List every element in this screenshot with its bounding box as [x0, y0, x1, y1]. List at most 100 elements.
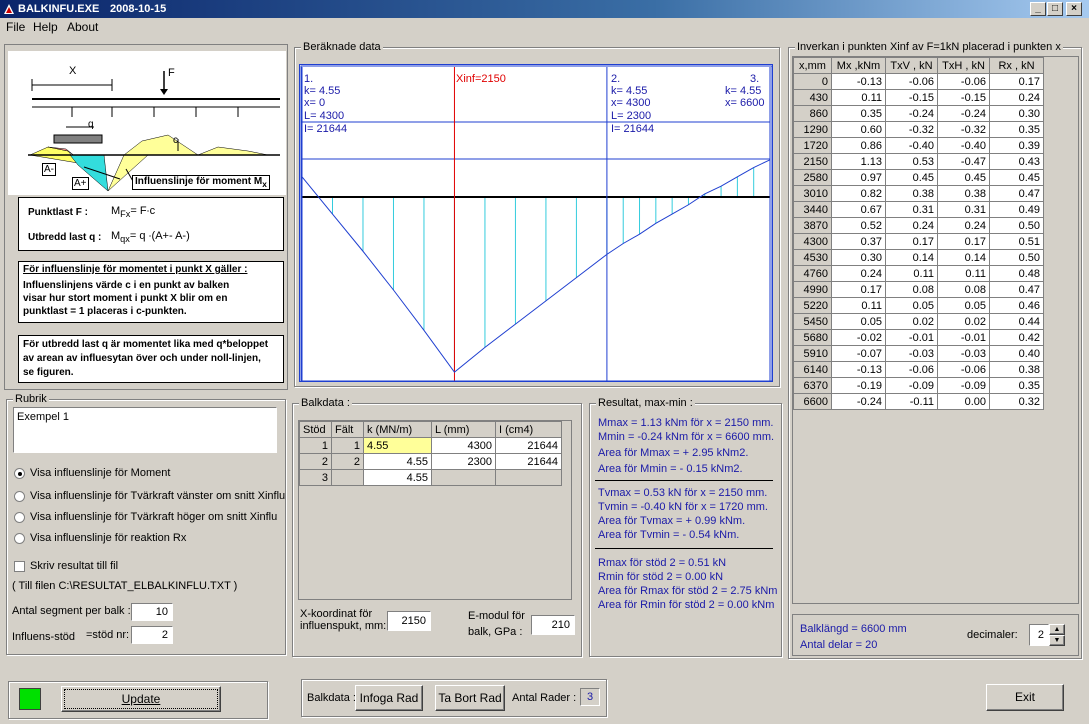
- table-cell: 0.38: [989, 361, 1044, 378]
- table-cell: 3010: [793, 185, 832, 202]
- radio-reaktion-label[interactable]: Visa influenslinje för reaktion Rx: [30, 532, 186, 544]
- menu-about[interactable]: About: [67, 20, 98, 34]
- cell-stod: 1: [299, 437, 332, 454]
- table-cell: 3440: [793, 201, 832, 218]
- menu-file[interactable]: File: [6, 20, 25, 34]
- stod-label: Influens-stöd: [12, 631, 75, 643]
- table-cell: 5220: [793, 297, 832, 314]
- table-cell: -0.03: [937, 345, 990, 362]
- table-cell: 1.13: [831, 153, 886, 170]
- inverkan-header-row: x,mm Mx ,kNm TxV , kN TxH , kN Rx , kN: [793, 57, 1044, 74]
- balkdata-row: 1 1 4.55 4300 21644: [299, 437, 562, 454]
- table-cell: -0.40: [937, 137, 990, 154]
- infoga-rad-button[interactable]: Infoga Rad: [355, 685, 423, 711]
- table-cell: 0.02: [937, 313, 990, 330]
- segments-input[interactable]: 10: [131, 603, 173, 621]
- support1-line3: L= 4300: [304, 110, 345, 122]
- xinf-label: Xinf=2150: [456, 73, 506, 85]
- app-icon: [4, 4, 14, 14]
- table-cell: 0.00: [937, 393, 990, 410]
- info-panel-1: För influenslinje för momentet i punkt X…: [18, 261, 284, 323]
- table-row: 6140 -0.13 -0.06 -0.06 0.38: [793, 361, 1044, 378]
- title-bar: BALKINFU.EXE 2008-10-15 _ □ ×: [0, 0, 1089, 18]
- header-i: I (cm4): [495, 421, 562, 438]
- a-minus-label: A-: [42, 163, 56, 176]
- balkdata-label: Balkdata :: [299, 396, 352, 410]
- punktlast-label: Punktlast F :: [28, 207, 89, 218]
- result-mmax: Mmax = 1.13 kNm för x = 2150 mm.: [598, 417, 774, 429]
- cell-i: [495, 469, 562, 486]
- cell-l[interactable]: 2300: [431, 453, 496, 470]
- radio-moment-label[interactable]: Visa influenslinje för Moment: [30, 467, 170, 479]
- table-cell: 4300: [793, 233, 832, 250]
- ta-bort-rad-button[interactable]: Ta Bort Rad: [435, 685, 505, 711]
- table-row: 1720 0.86 -0.40 -0.40 0.39: [793, 137, 1044, 154]
- table-cell: 0.11: [831, 297, 886, 314]
- rubrik-input[interactable]: Exempel 1: [13, 407, 277, 453]
- stod-label-2: =stöd nr:: [86, 629, 130, 641]
- table-cell: 0.31: [885, 201, 938, 218]
- maximize-button[interactable]: □: [1047, 2, 1063, 16]
- close-button[interactable]: ×: [1066, 2, 1082, 16]
- stod-input[interactable]: 2: [131, 626, 173, 644]
- table-cell: 0.24: [937, 217, 990, 234]
- table-row: 4300 0.37 0.17 0.17 0.51: [793, 233, 1044, 250]
- write-file-checkbox[interactable]: [14, 561, 25, 572]
- radio-tvar-hoger[interactable]: [14, 512, 25, 523]
- radio-tvar-hoger-label[interactable]: Visa influenslinje för Tvärkraft höger o…: [30, 511, 277, 523]
- spin-down-button[interactable]: ▼: [1049, 635, 1065, 646]
- table-cell: -0.09: [937, 377, 990, 394]
- minimize-button[interactable]: _: [1030, 2, 1046, 16]
- emodul-input[interactable]: 210: [531, 615, 575, 635]
- table-cell: 0.11: [937, 265, 990, 282]
- write-file-label[interactable]: Skriv resultat till fil: [30, 560, 118, 572]
- table-cell: 0.17: [831, 281, 886, 298]
- emodul-label-1: E-modul för: [468, 610, 525, 622]
- table-cell: 0.43: [989, 153, 1044, 170]
- cell-k[interactable]: 4.55: [363, 469, 432, 486]
- support2-line1: k= 4.55: [611, 85, 648, 97]
- xkoord-input[interactable]: 2150: [387, 611, 431, 631]
- cell-k[interactable]: 4.55: [363, 437, 432, 454]
- resultat-label: Resultat, max-min :: [596, 396, 695, 410]
- support2-line3: L= 2300: [611, 110, 652, 122]
- xkoord-label-2: influenspukt, mm:: [300, 620, 387, 632]
- table-cell: 0.97: [831, 169, 886, 186]
- radio-tvar-vanster-label[interactable]: Visa influenslinje för Tvärkraft vänster…: [30, 490, 285, 502]
- table-row: 5220 0.11 0.05 0.05 0.46: [793, 297, 1044, 314]
- table-row: 2150 1.13 0.53 -0.47 0.43: [793, 153, 1044, 170]
- exit-button[interactable]: Exit: [986, 684, 1064, 711]
- table-cell: 0.05: [831, 313, 886, 330]
- table-cell: 0.30: [831, 249, 886, 266]
- antal-rader-value: 3: [580, 688, 600, 706]
- cell-i[interactable]: 21644: [495, 437, 562, 454]
- info2-line2: av arean av influesytan över och under n…: [23, 353, 261, 364]
- inverkan-header-cell: TxH , kN: [937, 57, 990, 74]
- table-cell: 0.38: [937, 185, 990, 202]
- divider: [595, 548, 773, 549]
- radio-moment[interactable]: [14, 468, 25, 479]
- balkdata-table: Stöd Fält k (MN/m) L (mm) I (cm4) 1 1 4.…: [299, 421, 562, 486]
- decimaler-input[interactable]: 2: [1029, 624, 1049, 646]
- emodul-label-2: balk, GPa :: [468, 626, 523, 638]
- cell-l[interactable]: 4300: [431, 437, 496, 454]
- radio-tvar-vanster[interactable]: [14, 491, 25, 502]
- table-cell: -0.01: [937, 329, 990, 346]
- table-cell: -0.03: [885, 345, 938, 362]
- table-row: 6600 -0.24 -0.11 0.00 0.32: [793, 393, 1044, 410]
- table-cell: 3870: [793, 217, 832, 234]
- table-cell: 0.17: [989, 73, 1044, 90]
- result-area-rmin: Area för Rmin för stöd 2 = 0.00 kNm: [598, 599, 775, 611]
- table-cell: 0.32: [989, 393, 1044, 410]
- table-cell: 0.40: [989, 345, 1044, 362]
- cell-k[interactable]: 4.55: [363, 453, 432, 470]
- cell-i[interactable]: 21644: [495, 453, 562, 470]
- menu-help[interactable]: Help: [33, 20, 58, 34]
- spin-up-button[interactable]: ▲: [1049, 624, 1065, 635]
- table-cell: -0.24: [831, 393, 886, 410]
- table-row: 2580 0.97 0.45 0.45 0.45: [793, 169, 1044, 186]
- update-button[interactable]: Update: [61, 686, 221, 712]
- table-cell: 0.02: [885, 313, 938, 330]
- result-mmin: Mmin = -0.24 kNm för x = 6600 mm.: [598, 431, 775, 443]
- radio-reaktion[interactable]: [14, 533, 25, 544]
